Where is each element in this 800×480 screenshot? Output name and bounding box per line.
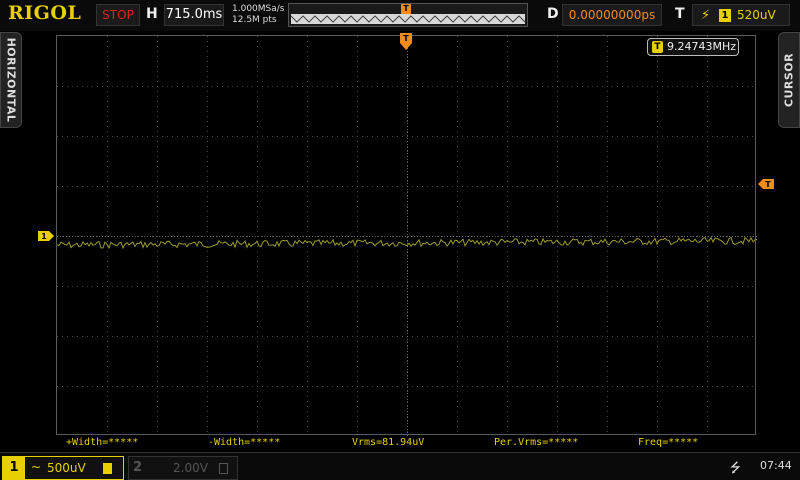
ch1-offset-marker[interactable]: 1: [38, 231, 54, 241]
timebase-value[interactable]: 715.0ms: [164, 4, 224, 26]
measure-neg-width[interactable]: -Width=*****: [208, 437, 280, 448]
system-clock: 07:44: [760, 459, 792, 472]
memory-overview-bar[interactable]: T: [288, 3, 528, 27]
usb-icon: ⭍: [730, 461, 741, 476]
ch2-settings[interactable]: 2 2.00V: [128, 456, 238, 480]
rising-edge-icon: ⚡: [701, 8, 711, 23]
horizontal-menu-tab[interactable]: HORIZONTAL: [0, 32, 22, 128]
sample-info: 1.000MSa/s 12.5M pts: [232, 4, 284, 26]
trigger-level-marker-label: T: [765, 180, 771, 189]
ch2-bandwidth-icon: [219, 463, 228, 474]
ch2-scale: 2.00V: [173, 461, 208, 475]
memory-waveform-preview: [291, 15, 525, 23]
trigger-settings[interactable]: ⚡ 1 520uV: [692, 4, 790, 26]
horizontal-tab-label: HORIZONTAL: [4, 37, 18, 123]
trigger-time-marker-label: T: [403, 34, 409, 43]
trigger-position-marker: T: [401, 4, 411, 14]
ch1-number: 1: [3, 457, 25, 479]
trigger-source-badge: 1: [719, 9, 731, 22]
ch1-settings[interactable]: 1 ~ 500uV: [2, 456, 124, 480]
measure-per-vrms[interactable]: Per.Vrms=*****: [494, 437, 578, 448]
trigger-level-value: 520uV: [737, 8, 776, 22]
measure-freq[interactable]: Freq=*****: [638, 437, 698, 448]
frequency-value: 9.24743MHz: [667, 40, 737, 53]
measure-pos-width[interactable]: +Width=*****: [66, 437, 138, 448]
top-status-bar: RIGOL STOP H 715.0ms 1.000MSa/s 12.5M pt…: [0, 0, 800, 31]
delay-label: D: [547, 6, 559, 22]
trigger-time-marker[interactable]: T: [400, 33, 412, 51]
ch2-number: 2: [133, 460, 143, 475]
run-stop-status[interactable]: STOP: [96, 4, 140, 26]
memory-depth: 12.5M pts: [232, 15, 277, 25]
measure-vrms[interactable]: Vrms=81.94uV: [352, 437, 424, 448]
bottom-status-bar: 1 ~ 500uV 2 2.00V ⭍ 07:44: [0, 452, 800, 480]
ch1-scale: 500uV: [47, 461, 86, 475]
graticule: [57, 36, 757, 436]
cursor-menu-tab[interactable]: CURSOR: [778, 32, 800, 128]
cursor-tab-label: CURSOR: [782, 52, 796, 108]
sample-rate: 1.000MSa/s: [232, 4, 285, 14]
waveform-display[interactable]: [56, 35, 757, 436]
bandwidth-limit-icon: [103, 463, 112, 474]
trigger-level-marker[interactable]: T: [758, 179, 774, 189]
memory-waveform-track: [291, 14, 525, 24]
frequency-counter[interactable]: T 9.24743MHz: [647, 38, 739, 56]
ac-coupling-icon: ~: [31, 460, 42, 474]
trigger-label: T: [675, 6, 685, 22]
rigol-logo: RIGOL: [8, 2, 82, 24]
delay-value[interactable]: 0.00000000ps: [562, 4, 662, 26]
grid-lines: [57, 36, 757, 436]
measurement-bar: +Width=***** -Width=***** Vrms=81.94uV P…: [56, 437, 756, 451]
frequency-badge: T: [652, 41, 663, 53]
ch1-offset-marker-label: 1: [41, 232, 47, 241]
horizontal-label: H: [146, 6, 158, 22]
